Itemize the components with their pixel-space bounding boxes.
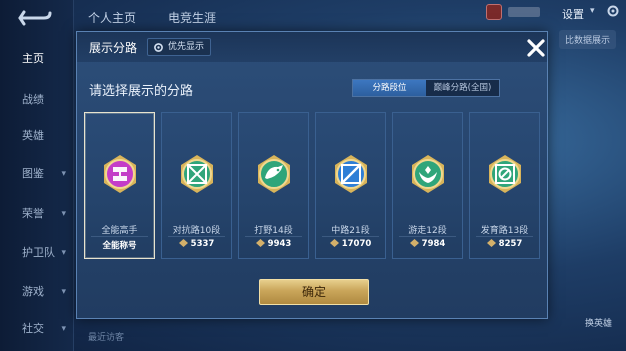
sidebar-item-game[interactable]: 游戏 ▾ xyxy=(0,281,74,303)
chevron-down-icon: ▾ xyxy=(61,287,66,297)
left-sidebar: 主页 战绩 英雄 图鉴 ▾ 荣誉 ▾ 护卫队 ▾ 游戏 ▾ 社交 ▾ xyxy=(0,0,74,351)
chevron-down-icon: ▾ xyxy=(61,169,66,179)
card-divider xyxy=(399,236,456,237)
lane-display-modal: 展示分路 优先显示 请选择展示的分路 分路段位 巅峰分路(全国) 全能高手 全能 xyxy=(76,31,548,319)
lane-card-roam[interactable]: 游走12段 7984 xyxy=(392,112,463,259)
sidebar-item-guard[interactable]: 护卫队 ▾ xyxy=(0,242,74,264)
lane-card-all-round[interactable]: 全能高手 全能称号 xyxy=(84,112,155,259)
lane-card-farm[interactable]: 发育路13段 8257 xyxy=(469,112,540,259)
sidebar-item-codex[interactable]: 图鉴 ▾ xyxy=(0,163,74,185)
tab-profile[interactable]: 个人主页 xyxy=(88,9,136,26)
card-divider xyxy=(322,236,379,237)
lane-card-name: 打野14段 xyxy=(254,226,293,236)
rank-gem-icon xyxy=(178,239,188,247)
mid-lane-emblem-icon xyxy=(335,155,367,193)
priority-display-label: 优先显示 xyxy=(168,42,205,52)
card-divider xyxy=(168,236,225,237)
lane-card-mid[interactable]: 中路21段 17070 xyxy=(315,112,386,259)
sidebar-item-record[interactable]: 战绩 xyxy=(0,89,74,111)
close-icon[interactable] xyxy=(523,35,549,61)
chevron-down-icon: ▾ xyxy=(590,6,595,16)
tab-peak-lane[interactable]: 巅峰分路(全国) xyxy=(426,80,499,96)
lane-score: 17070 xyxy=(316,239,385,249)
sidebar-item-honor[interactable]: 荣誉 ▾ xyxy=(0,203,74,225)
lane-score: 8257 xyxy=(470,239,539,249)
card-divider xyxy=(476,236,533,237)
lane-cards: 全能高手 全能称号 对抗路10段 5337 打野14段 9943 中路21段 1… xyxy=(84,112,544,259)
settings-label[interactable]: 设置 xyxy=(562,6,584,22)
tab-esports[interactable]: 电竞生涯 xyxy=(168,9,216,26)
farm-lane-emblem-icon xyxy=(489,155,521,193)
back-icon[interactable] xyxy=(18,8,52,28)
avatar[interactable] xyxy=(486,4,502,20)
sidebar-item-home[interactable]: 主页 xyxy=(0,48,74,70)
priority-display-button[interactable]: 优先显示 xyxy=(147,38,212,56)
modal-header: 展示分路 优先显示 xyxy=(77,32,547,62)
chevron-down-icon: ▾ xyxy=(61,209,66,219)
confirm-button[interactable]: 确定 xyxy=(259,279,369,305)
swap-hero-button[interactable]: 换英雄 xyxy=(585,316,612,329)
clash-lane-emblem-icon xyxy=(181,155,213,193)
lane-card-name: 中路21段 xyxy=(331,226,370,236)
top-right-bar: 设置 ▾ xyxy=(486,0,626,30)
jungle-emblem-icon xyxy=(258,155,290,193)
lane-card-name: 发育路13段 xyxy=(480,226,529,236)
select-lane-prompt: 请选择展示的分路 xyxy=(89,84,194,99)
sidebar-item-social[interactable]: 社交 ▾ xyxy=(0,318,74,340)
lane-score: 9943 xyxy=(239,239,308,249)
rank-gem-icon xyxy=(486,239,496,247)
all-round-emblem-icon xyxy=(104,155,136,193)
sidebar-item-hero[interactable]: 英雄 xyxy=(0,125,74,147)
lane-mode-toggle: 分路段位 巅峰分路(全国) xyxy=(352,79,500,97)
lane-score: 5337 xyxy=(162,239,231,249)
rank-gem-icon xyxy=(255,239,265,247)
modal-title: 展示分路 xyxy=(89,41,138,55)
rank-gem-icon xyxy=(329,239,339,247)
card-divider xyxy=(245,236,302,237)
chevron-down-icon: ▾ xyxy=(61,324,66,334)
tab-lane-rank[interactable]: 分路段位 xyxy=(353,80,426,96)
all-round-title-label: 全能称号 xyxy=(102,241,137,251)
lane-score: 7984 xyxy=(393,239,462,249)
lane-card-clash[interactable]: 对抗路10段 5337 xyxy=(161,112,232,259)
lane-card-name: 全能高手 xyxy=(101,226,138,236)
lane-card-name: 游走12段 xyxy=(408,226,447,236)
lane-card-jungle[interactable]: 打野14段 9943 xyxy=(238,112,309,259)
rank-gem-icon xyxy=(409,239,419,247)
card-divider xyxy=(91,236,148,237)
gear-icon[interactable] xyxy=(606,4,620,18)
recent-visitors-label: 最近访客 xyxy=(88,333,125,343)
gear-icon xyxy=(154,43,163,52)
lane-card-name: 对抗路10段 xyxy=(172,226,221,236)
player-tag xyxy=(508,7,540,17)
chevron-down-icon: ▾ xyxy=(61,248,66,258)
compare-data-button[interactable]: 比数据展示 xyxy=(558,30,616,49)
roam-emblem-icon xyxy=(412,155,444,193)
